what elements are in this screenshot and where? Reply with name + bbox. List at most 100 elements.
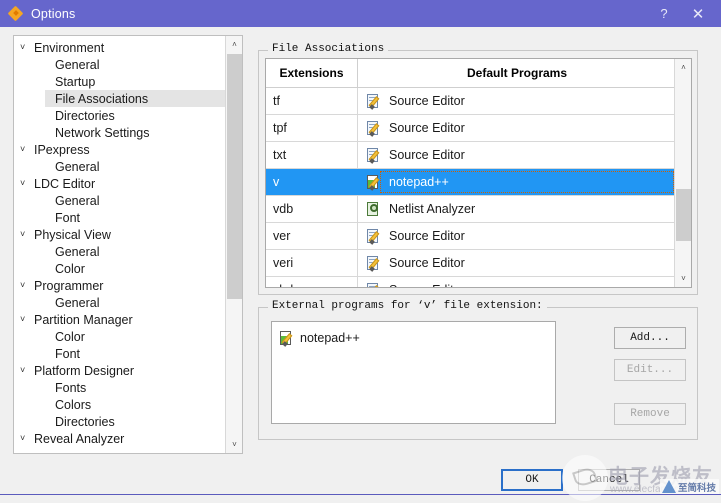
sidebar-item-label: Network Settings: [55, 125, 150, 140]
chevron-down-icon[interactable]: ˅: [20, 145, 34, 154]
sidebar-item-general[interactable]: General: [14, 56, 226, 73]
table-scroll-down-icon[interactable]: ˅: [675, 270, 691, 287]
sidebar-item-startup[interactable]: Startup: [14, 73, 226, 90]
cell-extension: veri: [266, 250, 358, 276]
cell-default-program: Source Editor: [358, 88, 676, 114]
sidebar-item-directories[interactable]: Directories: [14, 107, 226, 124]
table-row[interactable]: veri Source Editor: [266, 250, 676, 277]
sidebar-item-platform-designer[interactable]: ˅ Platform Designer: [14, 362, 226, 379]
sidebar-item-label: General: [55, 244, 100, 259]
sidebar-item-colors[interactable]: Colors: [14, 396, 226, 413]
table-row[interactable]: txt Source Editor: [266, 142, 676, 169]
table-scrollbar[interactable]: ˄ ˅: [674, 59, 691, 287]
sidebar-item-label: Font: [55, 210, 81, 225]
sidebar-item-label: General: [55, 159, 100, 174]
external-programs-list[interactable]: notepad++: [271, 321, 556, 424]
cell-program-label: Netlist Analyzer: [389, 202, 476, 216]
cancel-button[interactable]: Cancel: [578, 469, 640, 491]
sidebar-item-ipexpress[interactable]: ˅ IPexpress: [14, 141, 226, 158]
sidebar-scrollbar[interactable]: ˄ ˅: [225, 36, 242, 453]
diamond-icon: [7, 5, 24, 22]
notepad-plus-icon: [367, 174, 382, 191]
sidebar-item-label: File Associations: [55, 91, 149, 106]
add-button[interactable]: Add...: [614, 327, 686, 349]
external-programs-title: External programs for ‘v’ file extension…: [268, 300, 547, 312]
table-row[interactable]: vhd Source Editor: [266, 277, 676, 287]
source-editor-icon: [367, 255, 382, 272]
cell-extension: ver: [266, 223, 358, 249]
table-row[interactable]: ver Source Editor: [266, 223, 676, 250]
table-scroll-up-icon[interactable]: ˄: [675, 59, 691, 76]
sidebar-item-label: Platform Designer: [34, 363, 135, 378]
watermark-badge-text: 至简科技: [678, 482, 717, 494]
help-button[interactable]: ?: [647, 0, 681, 27]
sidebar-item-file-associations[interactable]: File Associations: [45, 90, 226, 107]
column-header-default-programs[interactable]: Default Programs: [358, 59, 676, 87]
sidebar-item-label: Directories: [55, 414, 115, 429]
sidebar-item-label: Color: [55, 261, 85, 276]
ok-button[interactable]: OK: [501, 469, 563, 491]
table-scroll-thumb[interactable]: [676, 189, 691, 241]
sidebar-item-font[interactable]: Font: [14, 209, 226, 226]
sidebar-item-font[interactable]: Font: [14, 345, 226, 362]
list-item-label: notepad++: [300, 330, 360, 345]
cell-default-program: Source Editor: [358, 115, 676, 141]
chevron-down-icon[interactable]: ˅: [20, 366, 34, 375]
sidebar-item-partition-manager[interactable]: ˅ Partition Manager: [14, 311, 226, 328]
cell-default-program: Source Editor: [358, 277, 676, 287]
sidebar-scroll-thumb[interactable]: [227, 54, 242, 299]
sidebar-item-color[interactable]: Color: [14, 260, 226, 277]
chevron-down-icon[interactable]: ˅: [20, 434, 34, 443]
sidebar-item-programmer[interactable]: ˅ Programmer: [14, 277, 226, 294]
chevron-down-icon[interactable]: ˅: [20, 43, 34, 52]
cell-default-program: Source Editor: [358, 223, 676, 249]
sidebar-item-label: IPexpress: [34, 142, 90, 157]
options-dialog: Options ? ✕ ˅ Environment General Startup Fi…: [0, 0, 721, 503]
table-row[interactable]: tpf Source Editor: [266, 115, 676, 142]
sidebar-item-label: Color: [55, 329, 85, 344]
cell-program-label: Source Editor: [389, 94, 465, 108]
sidebar-item-label: General: [55, 295, 100, 310]
sidebar-item-environment[interactable]: ˅ Environment: [14, 39, 226, 56]
source-editor-icon: [367, 282, 382, 287]
sidebar-item-label: Physical View: [34, 227, 111, 242]
file-associations-group: File Associations Extensions Default Prog…: [258, 43, 698, 295]
source-editor-icon: [367, 120, 382, 137]
file-associations-table[interactable]: Extensions Default Programs tf Source Edito…: [265, 58, 692, 288]
cell-extension: vdb: [266, 196, 358, 222]
sidebar-item-general[interactable]: General: [14, 192, 226, 209]
cell-default-program: Source Editor: [358, 250, 676, 276]
sidebar-item-directories[interactable]: Directories: [14, 413, 226, 430]
chevron-down-icon[interactable]: ˅: [20, 281, 34, 290]
sidebar-item-reveal-analyzer[interactable]: ˅ Reveal Analyzer: [14, 430, 226, 447]
sidebar-item-fonts[interactable]: Fonts: [14, 379, 226, 396]
sidebar-item-network-settings[interactable]: Network Settings: [14, 124, 226, 141]
sidebar-item-ldc-editor[interactable]: ˅ LDC Editor: [14, 175, 226, 192]
table-row[interactable]: tf Source Editor: [266, 88, 676, 115]
chevron-down-icon[interactable]: ˅: [20, 230, 34, 239]
cell-program-label: Source Editor: [387, 283, 465, 287]
scroll-down-icon[interactable]: ˅: [226, 436, 242, 453]
close-icon[interactable]: ✕: [681, 0, 715, 27]
chevron-down-icon[interactable]: ˅: [20, 179, 34, 188]
sidebar-item-general[interactable]: General: [14, 158, 226, 175]
watermark-badge: 至简科技: [660, 479, 720, 494]
sidebar-item-label: Directories: [55, 108, 115, 123]
table-row[interactable]: vdb Netlist Analyzer: [266, 196, 676, 223]
cell-program-label: notepad++: [389, 175, 449, 189]
sidebar-item-physical-view[interactable]: ˅ Physical View: [14, 226, 226, 243]
column-header-extensions[interactable]: Extensions: [266, 59, 358, 87]
settings-tree[interactable]: ˅ Environment General Startup File Associati…: [13, 35, 243, 454]
table-row[interactable]: v notepad++: [266, 169, 676, 196]
sidebar-item-general[interactable]: General: [14, 294, 226, 311]
title-bar: Options ? ✕: [0, 0, 721, 27]
sidebar-item-label: General: [55, 57, 100, 72]
sidebar-item-general[interactable]: General: [14, 243, 226, 260]
sidebar-item-label: Fonts: [55, 380, 87, 395]
list-item[interactable]: notepad++: [280, 328, 555, 347]
sidebar-item-label: LDC Editor: [34, 176, 96, 191]
chevron-down-icon[interactable]: ˅: [20, 315, 34, 324]
scroll-up-icon[interactable]: ˄: [226, 36, 242, 53]
sidebar-item-color[interactable]: Color: [14, 328, 226, 345]
cell-program-label: Source Editor: [389, 121, 465, 135]
